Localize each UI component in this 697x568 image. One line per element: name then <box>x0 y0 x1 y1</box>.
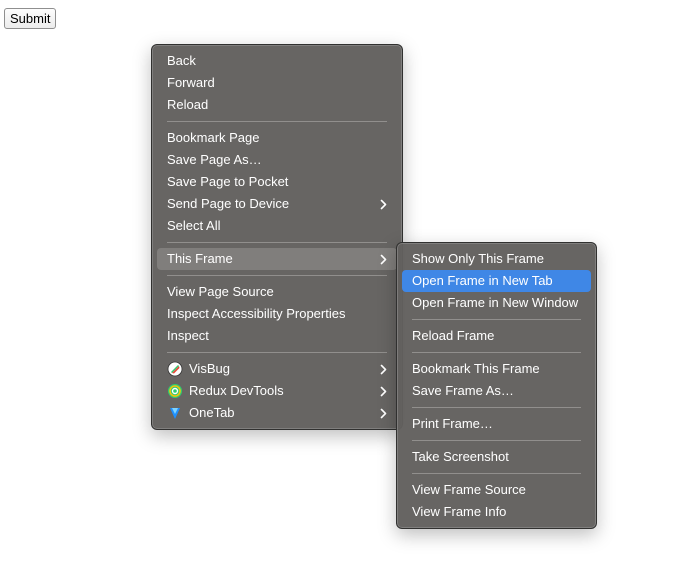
menu-item-inspect-accessibility[interactable]: Inspect Accessibility Properties <box>157 303 397 325</box>
menu-item-label: Save Page As… <box>167 152 262 167</box>
menu-item-label: VisBug <box>189 361 230 376</box>
menu-item-label: Show Only This Frame <box>412 251 544 266</box>
submit-button[interactable]: Submit <box>4 8 57 29</box>
menu-item-label: Save Frame As… <box>412 383 514 398</box>
menu-item-label: View Frame Source <box>412 482 526 497</box>
menu-item-label: View Page Source <box>167 284 274 299</box>
menu-item-view-page-source[interactable]: View Page Source <box>157 281 397 303</box>
chevron-right-icon <box>380 248 387 270</box>
menu-item-view-frame-source[interactable]: View Frame Source <box>402 479 591 501</box>
menu-item-back[interactable]: Back <box>157 50 397 72</box>
menu-item-view-frame-info[interactable]: View Frame Info <box>402 501 591 523</box>
context-menu: Back Forward Reload Bookmark Page Save P… <box>151 44 403 430</box>
menu-item-label: View Frame Info <box>412 504 507 519</box>
menu-item-label: Forward <box>167 75 215 90</box>
menu-item-label: Open Frame in New Window <box>412 295 579 310</box>
menu-item-open-frame-new-tab[interactable]: Open Frame in New Tab <box>402 270 591 292</box>
menu-item-label: OneTab <box>189 405 235 420</box>
menu-item-select-all[interactable]: Select All <box>157 215 397 237</box>
menu-item-take-screenshot[interactable]: Take Screenshot <box>402 446 591 468</box>
menu-item-print-frame[interactable]: Print Frame… <box>402 413 591 435</box>
menu-item-reload[interactable]: Reload <box>157 94 397 116</box>
menu-separator <box>412 440 581 441</box>
menu-item-label: Redux DevTools <box>189 383 284 398</box>
menu-separator <box>167 352 387 353</box>
menu-separator <box>412 352 581 353</box>
visbug-icon <box>167 361 183 377</box>
menu-separator <box>412 473 581 474</box>
menu-separator <box>167 275 387 276</box>
menu-item-save-page-as[interactable]: Save Page As… <box>157 149 397 171</box>
menu-item-bookmark-this-frame[interactable]: Bookmark This Frame <box>402 358 591 380</box>
chevron-right-icon <box>380 358 387 380</box>
onetab-icon <box>167 405 183 421</box>
menu-item-label: Reload <box>167 97 209 112</box>
menu-item-open-frame-new-window[interactable]: Open Frame in New Window <box>402 292 591 314</box>
menu-item-label: Open Frame in New Tab <box>412 273 553 288</box>
frame-submenu: Show Only This Frame Open Frame in New T… <box>396 242 597 529</box>
chevron-right-icon <box>380 193 387 215</box>
menu-separator <box>167 121 387 122</box>
menu-item-inspect[interactable]: Inspect <box>157 325 397 347</box>
menu-item-label: Inspect Accessibility Properties <box>167 306 346 321</box>
chevron-right-icon <box>380 402 387 424</box>
menu-separator <box>412 407 581 408</box>
menu-item-label: Bookmark Page <box>167 130 260 145</box>
menu-item-show-only-this-frame[interactable]: Show Only This Frame <box>402 248 591 270</box>
menu-item-label: Select All <box>167 218 221 233</box>
menu-item-bookmark-page[interactable]: Bookmark Page <box>157 127 397 149</box>
redux-devtools-icon <box>167 383 183 399</box>
menu-item-label: Back <box>167 53 196 68</box>
menu-item-save-frame-as[interactable]: Save Frame As… <box>402 380 591 402</box>
menu-item-forward[interactable]: Forward <box>157 72 397 94</box>
chevron-right-icon <box>380 380 387 402</box>
menu-item-label: Print Frame… <box>412 416 493 431</box>
menu-item-this-frame[interactable]: This Frame <box>157 248 397 270</box>
menu-item-redux-devtools[interactable]: Redux DevTools <box>157 380 397 402</box>
menu-item-visbug[interactable]: VisBug <box>157 358 397 380</box>
menu-item-reload-frame[interactable]: Reload Frame <box>402 325 591 347</box>
menu-separator <box>167 242 387 243</box>
menu-item-label: Save Page to Pocket <box>167 174 289 189</box>
menu-item-label: Take Screenshot <box>412 449 509 464</box>
menu-item-send-to-device[interactable]: Send Page to Device <box>157 193 397 215</box>
menu-item-label: Bookmark This Frame <box>412 361 540 376</box>
menu-separator <box>412 319 581 320</box>
menu-item-label: Reload Frame <box>412 328 495 343</box>
page: Submit Back Forward Reload Bookmark Page… <box>0 0 697 568</box>
menu-item-onetab[interactable]: OneTab <box>157 402 397 424</box>
menu-item-label: This Frame <box>167 251 233 266</box>
menu-item-label: Inspect <box>167 328 209 343</box>
menu-item-label: Send Page to Device <box>167 196 290 211</box>
menu-item-save-to-pocket[interactable]: Save Page to Pocket <box>157 171 397 193</box>
